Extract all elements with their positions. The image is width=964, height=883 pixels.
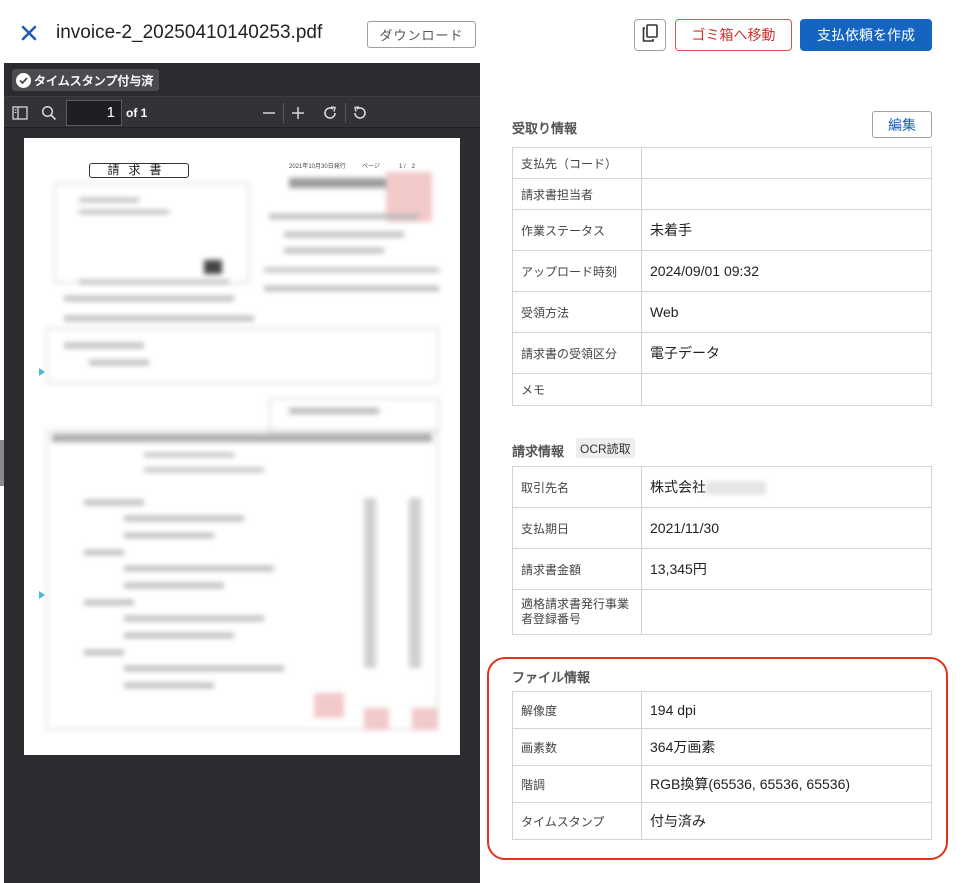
search-icon[interactable] <box>40 104 58 122</box>
toolbar-divider <box>283 103 284 123</box>
table-row: 請求書金額 13,345円 <box>512 548 932 590</box>
row-label: 適格請求書発行事業者登録番号 <box>512 589 642 635</box>
row-label: 作業ステータス <box>512 209 642 251</box>
timestamp-badge-label: タイムスタンプ付与済 <box>34 73 154 88</box>
page-marker-arrow-icon <box>39 591 45 599</box>
sidebar-toggle-icon[interactable] <box>11 104 29 122</box>
page-marker-arrow-icon <box>39 368 45 376</box>
table-row: メモ <box>512 373 932 406</box>
page-total-label: of 1 <box>126 106 148 120</box>
edit-button[interactable]: 編集 <box>872 111 932 138</box>
row-value <box>641 147 932 179</box>
pdf-page-preview: 請求書 2021年10月30日発行 ページ 1 / 2 <box>24 138 460 755</box>
table-row: タイムスタンプ 付与済み <box>512 802 932 840</box>
row-value: 364万画素 <box>641 728 932 766</box>
row-value: 194 dpi <box>641 691 932 729</box>
table-row: 適格請求書発行事業者登録番号 <box>512 589 932 635</box>
masked-text <box>706 481 766 496</box>
toolbar-divider <box>345 103 346 123</box>
row-label: 画素数 <box>512 728 642 766</box>
pdf-viewer: タイムスタンプ付与済 1 of 1 請求書 2021年10月30日発行 ページ … <box>4 63 480 883</box>
blurred-invoice-content <box>24 138 460 755</box>
receipt-info-table: 支払先（コード） 請求書担当者 作業ステータス 未着手 アップロード時刻 2024/… <box>512 147 932 406</box>
invoice-page-label: ページ <box>362 164 380 170</box>
invoice-info-table: 取引先名 株式会社 支払期日 2021/11/30 請求書金額 13,345円 適格請… <box>512 466 932 635</box>
row-label: メモ <box>512 373 642 406</box>
row-value: 電子データ <box>641 332 932 374</box>
row-value <box>641 373 932 406</box>
vendor-name: 株式会社 <box>650 479 706 495</box>
download-button[interactable]: ダウンロード <box>367 21 476 48</box>
create-payment-request-button[interactable]: 支払依頼を作成 <box>800 19 932 51</box>
check-circle-icon <box>16 72 31 88</box>
invoice-page-number: 1 / 2 <box>399 164 416 170</box>
table-row: 受領方法 Web <box>512 291 932 333</box>
row-value: 未着手 <box>641 209 932 251</box>
page-number-input[interactable]: 1 <box>66 100 122 126</box>
row-label: 請求書金額 <box>512 548 642 590</box>
row-value: 2021/11/30 <box>641 507 932 549</box>
row-value: 付与済み <box>641 802 932 840</box>
row-label: 受領方法 <box>512 291 642 333</box>
table-row: 支払期日 2021/11/30 <box>512 507 932 549</box>
row-label: 取引先名 <box>512 466 642 508</box>
receipt-section-title: 受取り情報 <box>512 121 578 136</box>
row-value: RGB換算(65536, 65536, 65536) <box>641 765 932 803</box>
header-bar: invoice-2_20250410140253.pdf ダウンロード ゴミ箱へ… <box>0 0 964 64</box>
row-label: 支払先（コード） <box>512 147 642 179</box>
row-value <box>641 589 932 635</box>
file-section-title: ファイル情報 <box>512 670 591 685</box>
table-row: 請求書の受領区分 電子データ <box>512 332 932 374</box>
pdf-toolbar: 1 of 1 <box>4 96 480 128</box>
row-label: 支払期日 <box>512 507 642 549</box>
row-value: 13,345円 <box>641 548 932 590</box>
copy-button[interactable] <box>634 19 666 51</box>
ocr-tag: OCR読取 <box>576 438 635 458</box>
invoice-issue-date: 2021年10月30日発行 <box>289 164 346 170</box>
zoom-in-icon[interactable] <box>289 104 307 122</box>
row-label: 階調 <box>512 765 642 803</box>
timestamp-badge: タイムスタンプ付与済 <box>12 69 160 91</box>
row-label: タイムスタンプ <box>512 802 642 840</box>
row-label: アップロード時刻 <box>512 250 642 292</box>
file-name-title: invoice-2_20250410140253.pdf <box>56 22 323 43</box>
row-value <box>641 178 932 210</box>
row-value: 株式会社 <box>641 466 932 508</box>
row-value: Web <box>641 291 932 333</box>
table-row: 請求書担当者 <box>512 178 932 210</box>
zoom-out-icon[interactable] <box>260 104 278 122</box>
copy-icon <box>642 23 658 47</box>
table-row: 取引先名 株式会社 <box>512 466 932 508</box>
row-label: 請求書の受領区分 <box>512 332 642 374</box>
invoice-section-title: 請求情報 <box>512 444 565 459</box>
table-row: 階調 RGB換算(65536, 65536, 65536) <box>512 765 932 803</box>
table-row: 画素数 364万画素 <box>512 728 932 766</box>
row-label: 解像度 <box>512 691 642 729</box>
table-row: 解像度 194 dpi <box>512 691 932 729</box>
viewer-resize-handle[interactable] <box>0 440 4 486</box>
rotate-clockwise-icon[interactable] <box>321 104 339 122</box>
row-value: 2024/09/01 09:32 <box>641 250 932 292</box>
close-icon[interactable] <box>18 22 40 44</box>
row-label: 請求書担当者 <box>512 178 642 210</box>
table-row: アップロード時刻 2024/09/01 09:32 <box>512 250 932 292</box>
table-row: 支払先（コード） <box>512 147 932 179</box>
rotate-counterclockwise-icon[interactable] <box>351 104 369 122</box>
move-to-trash-button[interactable]: ゴミ箱へ移動 <box>675 19 792 51</box>
table-row: 作業ステータス 未着手 <box>512 209 932 251</box>
invoice-document-title: 請求書 <box>89 163 189 178</box>
file-info-table: 解像度 194 dpi 画素数 364万画素 階調 RGB換算(65536, 6553… <box>512 691 932 840</box>
